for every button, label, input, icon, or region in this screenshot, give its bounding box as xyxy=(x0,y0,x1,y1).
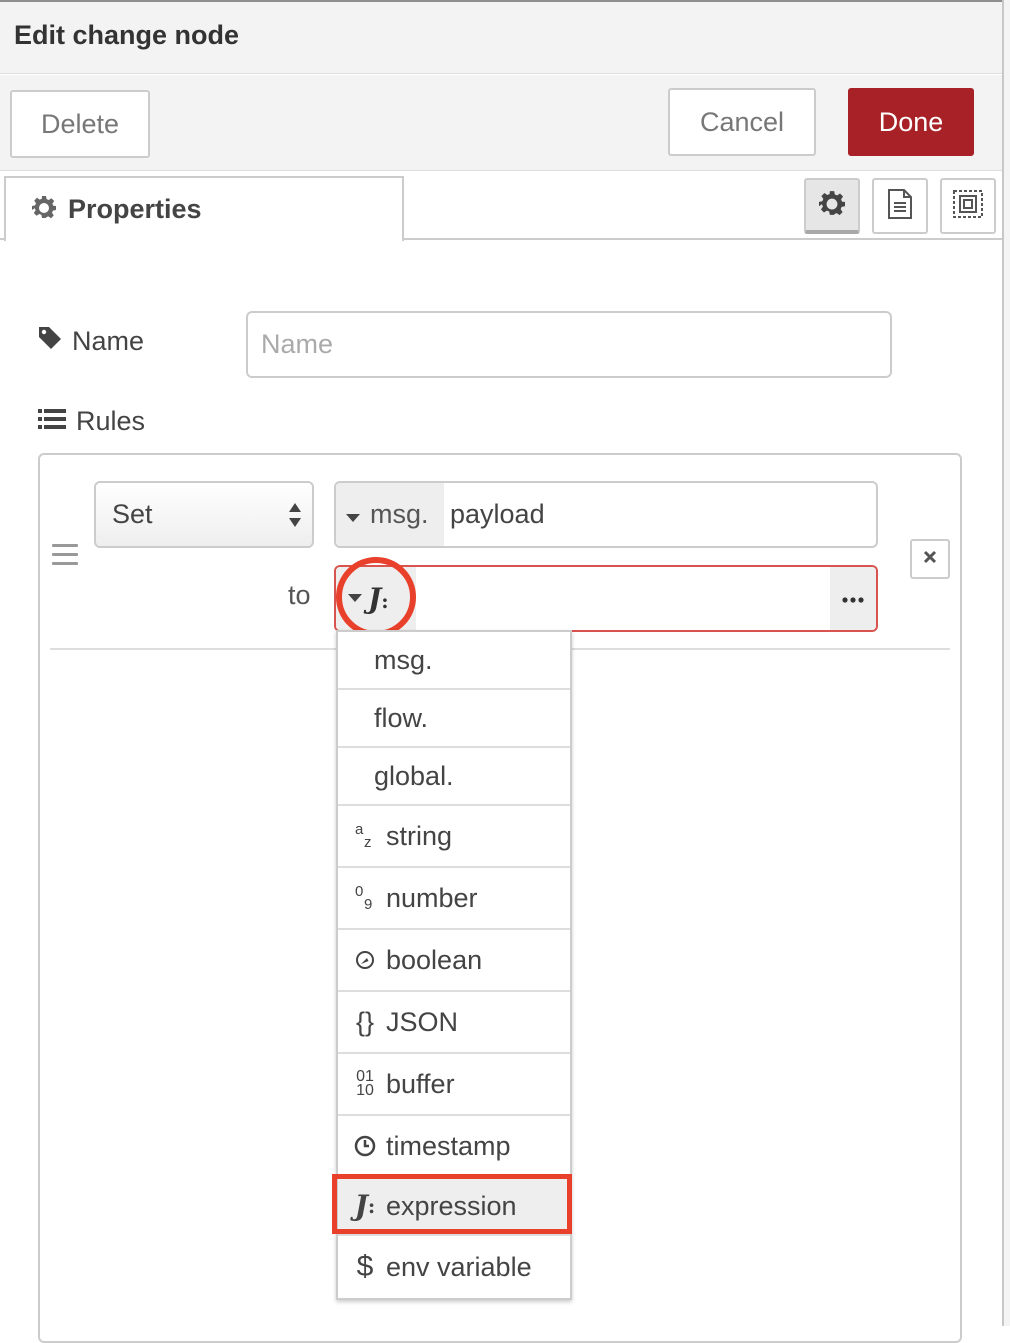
highlight-circle xyxy=(336,557,416,637)
tab-appearance[interactable] xyxy=(940,178,996,234)
close-icon xyxy=(923,550,937,569)
tag-icon xyxy=(38,326,62,357)
caret-down-icon xyxy=(346,499,360,530)
remove-rule-button[interactable] xyxy=(910,539,950,579)
rule-target-value[interactable]: payload xyxy=(450,483,545,546)
highlight-box xyxy=(332,1174,572,1234)
document-icon xyxy=(887,188,913,224)
menu-item-label: msg. xyxy=(374,644,433,675)
svg-text:9: 9 xyxy=(364,896,372,912)
window-right-border xyxy=(1002,0,1004,1326)
menu-item-label: global. xyxy=(374,760,454,791)
delete-button[interactable]: Delete xyxy=(10,90,150,158)
menu-item-label: boolean xyxy=(386,944,483,975)
svg-text:0: 0 xyxy=(355,884,363,900)
tab-bar-line xyxy=(0,238,4,240)
name-label-text: Name xyxy=(72,326,145,356)
rules-label: Rules xyxy=(38,406,145,437)
name-placeholder: Name xyxy=(261,329,334,359)
appearance-icon xyxy=(952,189,984,224)
rule-target-field[interactable]: msg. payload xyxy=(334,481,878,548)
number-icon: 09 xyxy=(352,884,378,912)
svg-text:a: a xyxy=(355,822,364,838)
buffer-icon: 01 10 xyxy=(356,1068,374,1099)
menu-item-timestamp[interactable]: timestamp xyxy=(338,1116,570,1178)
done-button[interactable]: Done xyxy=(848,88,974,156)
menu-item-label: JSON xyxy=(386,1006,459,1037)
name-input[interactable]: Name xyxy=(246,311,892,378)
tab-bar-line xyxy=(404,238,1002,240)
tray-title: Edit change node xyxy=(14,20,240,50)
name-label: Name xyxy=(38,326,144,357)
rule-target-type-label: msg. xyxy=(370,499,429,529)
dollar-icon: $ xyxy=(356,1250,374,1283)
svg-text:z: z xyxy=(364,834,372,850)
scroll-strip xyxy=(1004,0,1010,1326)
gear-icon xyxy=(819,190,845,221)
menu-item-global[interactable]: global. xyxy=(338,748,570,806)
json-icon: {} xyxy=(355,1006,375,1037)
menu-item-label: string xyxy=(386,820,453,851)
menu-item-json[interactable]: {} JSON xyxy=(338,992,570,1054)
menu-item-label: flow. xyxy=(374,702,429,733)
cancel-button[interactable]: Cancel xyxy=(668,88,816,156)
menu-item-label: env variable xyxy=(386,1251,532,1282)
boolean-icon xyxy=(352,950,378,970)
rule-action-value: Set xyxy=(112,499,153,529)
tab-settings[interactable] xyxy=(804,178,860,234)
rule-target-type-button[interactable]: msg. xyxy=(336,483,444,546)
ellipsis-icon xyxy=(842,590,864,608)
menu-item-number[interactable]: 09 number xyxy=(338,868,570,930)
tab-description[interactable] xyxy=(872,178,928,234)
menu-item-string[interactable]: az string xyxy=(338,806,570,868)
gear-icon xyxy=(32,195,56,224)
list-icon xyxy=(38,406,66,437)
rules-label-text: Rules xyxy=(76,406,146,436)
rule-action-select[interactable]: Set xyxy=(94,481,314,548)
menu-item-label: timestamp xyxy=(386,1130,511,1161)
to-label: to xyxy=(288,580,311,610)
tab-properties-label: Properties xyxy=(68,194,202,224)
menu-item-flow[interactable]: flow. xyxy=(338,690,570,748)
menu-item-label: number xyxy=(386,882,478,913)
expand-editor-button[interactable] xyxy=(830,567,876,630)
menu-item-label: buffer xyxy=(386,1068,455,1099)
menu-item-boolean[interactable]: boolean xyxy=(338,930,570,992)
string-icon: az xyxy=(352,822,378,850)
drag-handle-icon[interactable] xyxy=(52,544,78,568)
menu-item-buffer[interactable]: 01 10 buffer xyxy=(338,1054,570,1116)
select-arrows-icon xyxy=(288,501,302,536)
tab-properties[interactable]: Properties xyxy=(4,176,404,241)
clock-icon xyxy=(352,1135,378,1157)
menu-item-env-variable[interactable]: $ env variable xyxy=(338,1236,570,1298)
menu-item-msg[interactable]: msg. xyxy=(338,632,570,690)
